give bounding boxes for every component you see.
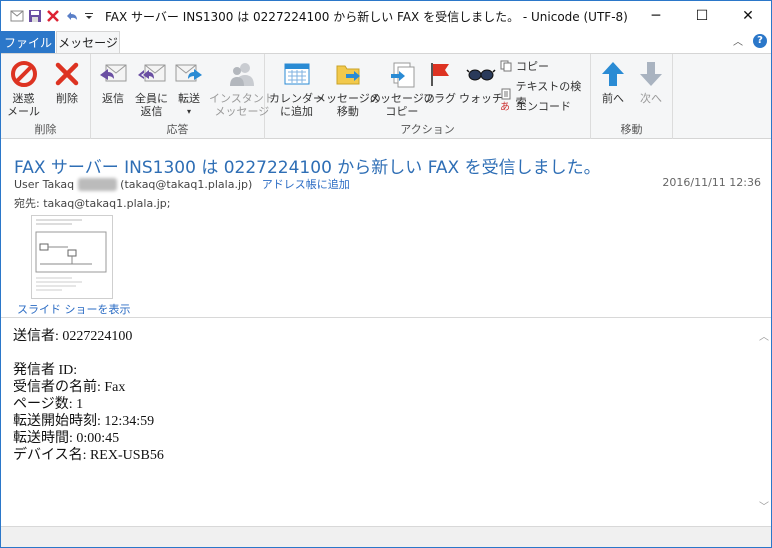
delete-x-icon	[51, 58, 83, 90]
message-date: 2016/11/11 12:36	[662, 176, 761, 189]
glasses-icon	[465, 58, 497, 90]
body-line: 受信者の名前: Fax	[13, 380, 126, 395]
body-line: 転送時間: 0:00:45	[13, 431, 120, 446]
encode-button[interactable]: あ エンコード	[499, 98, 571, 114]
group-label-actions: アクション	[400, 123, 455, 136]
flag-button[interactable]: フラグ	[423, 58, 456, 105]
flag-icon	[424, 58, 456, 90]
previous-button[interactable]: 前へ	[597, 58, 629, 105]
minimize-button[interactable]: ─	[633, 1, 679, 31]
body-line: 送信者: 0227224100	[13, 329, 133, 344]
group-delete: 迷惑 メール 削除 削除	[1, 54, 91, 140]
message-subject: FAX サーバー INS1300 は 0227224100 から新しい FAX …	[14, 158, 601, 178]
sender-email: (takaq@takaq1.plala.jp)	[120, 178, 253, 191]
encode-label: エンコード	[516, 100, 571, 113]
watch-button[interactable]: ウォッチ	[459, 58, 503, 105]
group-label-respond: 応答	[166, 123, 189, 136]
reply-label: 返信	[102, 92, 124, 105]
to-line: 宛先: takaq@takaq1.plala.jp;	[14, 195, 170, 211]
calendar-icon	[281, 58, 313, 90]
arrow-up-icon	[597, 58, 629, 90]
title-bar: FAX サーバー INS1300 は 0227224100 から新しい FAX …	[1, 1, 771, 31]
group-label-move: 移動	[620, 123, 643, 136]
next-label: 次へ	[640, 92, 662, 105]
attachment-thumbnail[interactable]	[31, 215, 113, 299]
people-icon	[226, 58, 258, 90]
tab-file[interactable]: ファイル	[1, 31, 55, 53]
customize-qat-icon[interactable]	[81, 8, 97, 24]
to-label: 宛先:	[14, 197, 40, 210]
reply-all-icon	[136, 58, 168, 90]
svg-text:あ: あ	[500, 101, 510, 112]
to-value: takaq@takaq1.plala.jp;	[43, 197, 171, 210]
group-label-delete: 削除	[34, 123, 57, 136]
message-body: 送信者: 0227224100 発信者 ID: 受信者の名前: Fax ページ数: 1…	[1, 318, 771, 526]
ribbon: 迷惑 メール 削除 削除 返信 全員に 返信 転送 ▾ インスタント メッセージ…	[1, 53, 771, 140]
delete-button[interactable]: 削除	[51, 58, 83, 105]
arrow-down-icon	[635, 58, 667, 90]
watch-label: ウォッチ	[459, 92, 503, 105]
previous-label: 前へ	[602, 92, 624, 105]
group-actions: カレンダー に追加 メッセージの 移動 メッセージの コピー フラグ ウォッチ …	[265, 54, 591, 140]
undo-icon[interactable]	[63, 8, 79, 24]
save-icon[interactable]	[27, 8, 43, 24]
group-respond: 返信 全員に 返信 転送 ▾ インスタント メッセージ 応答	[91, 54, 275, 140]
junk-label: 迷惑 メール	[7, 92, 40, 118]
quick-access-toolbar	[9, 8, 97, 24]
flag-label: フラグ	[423, 92, 456, 105]
next-button[interactable]: 次へ	[635, 58, 667, 105]
copy-message-icon	[386, 58, 418, 90]
move-folder-icon	[332, 58, 364, 90]
maximize-button[interactable]: ☐	[679, 1, 725, 31]
envelope-icon	[9, 8, 25, 24]
body-line	[13, 345, 164, 362]
copy-button[interactable]: コピー	[499, 58, 549, 74]
forward-button[interactable]: 転送 ▾	[173, 58, 205, 118]
reply-icon	[97, 58, 129, 90]
help-icon[interactable]: ?	[753, 33, 767, 48]
forward-icon	[173, 58, 205, 90]
collapse-ribbon-icon[interactable]: ︿	[733, 33, 743, 48]
ribbon-tabs: ファイル メッセージ ︿ ?	[1, 31, 771, 53]
body-line: 転送開始時刻: 12:34:59	[13, 414, 155, 429]
delete-label: 削除	[56, 92, 78, 105]
body-line: ページ数: 1	[13, 397, 84, 412]
sender-name: User Takaq	[14, 178, 75, 191]
junk-icon	[8, 58, 40, 90]
copy-icon	[499, 59, 513, 73]
copy-label: コピー	[516, 60, 549, 73]
tab-message[interactable]: メッセージ	[56, 31, 120, 53]
scroll-down-icon[interactable]: ﹀	[759, 498, 769, 513]
forward-label: 転送	[178, 92, 200, 105]
reply-all-button[interactable]: 全員に 返信	[135, 58, 168, 118]
junk-button[interactable]: 迷惑 メール	[7, 58, 40, 118]
close-button[interactable]: ✕	[725, 1, 771, 31]
window-title: FAX サーバー INS1300 は 0227224100 から新しい FAX …	[105, 9, 628, 24]
mail-window: FAX サーバー INS1300 は 0227224100 から新しい FAX …	[0, 0, 772, 548]
reply-button[interactable]: 返信	[97, 58, 129, 105]
status-bar	[1, 526, 771, 547]
slideshow-link[interactable]: スライド ショーを表示	[17, 301, 131, 317]
body-line: デバイス名: REX-USB56	[13, 448, 164, 463]
delete-icon[interactable]	[45, 8, 61, 24]
add-to-address-book-link[interactable]: アドレス帳に追加	[262, 178, 350, 191]
body-line: 発信者 ID:	[13, 363, 78, 378]
message-header: FAX サーバー INS1300 は 0227224100 から新しい FAX …	[1, 139, 771, 317]
sender-line: User Takaq xxxxxx (takaq@takaq1.plala.jp…	[14, 176, 350, 192]
sender-name-redacted: xxxxxx	[77, 178, 117, 191]
encode-icon: あ	[499, 99, 513, 113]
scroll-up-icon[interactable]: ︿	[759, 328, 769, 343]
group-move: 前へ 次へ 移動	[591, 54, 673, 140]
reply-all-label: 全員に 返信	[135, 92, 168, 118]
forward-dropdown-icon[interactable]: ▾	[187, 105, 191, 118]
message-body-text: 送信者: 0227224100 発信者 ID: 受信者の名前: Fax ページ数: 1…	[13, 328, 164, 464]
